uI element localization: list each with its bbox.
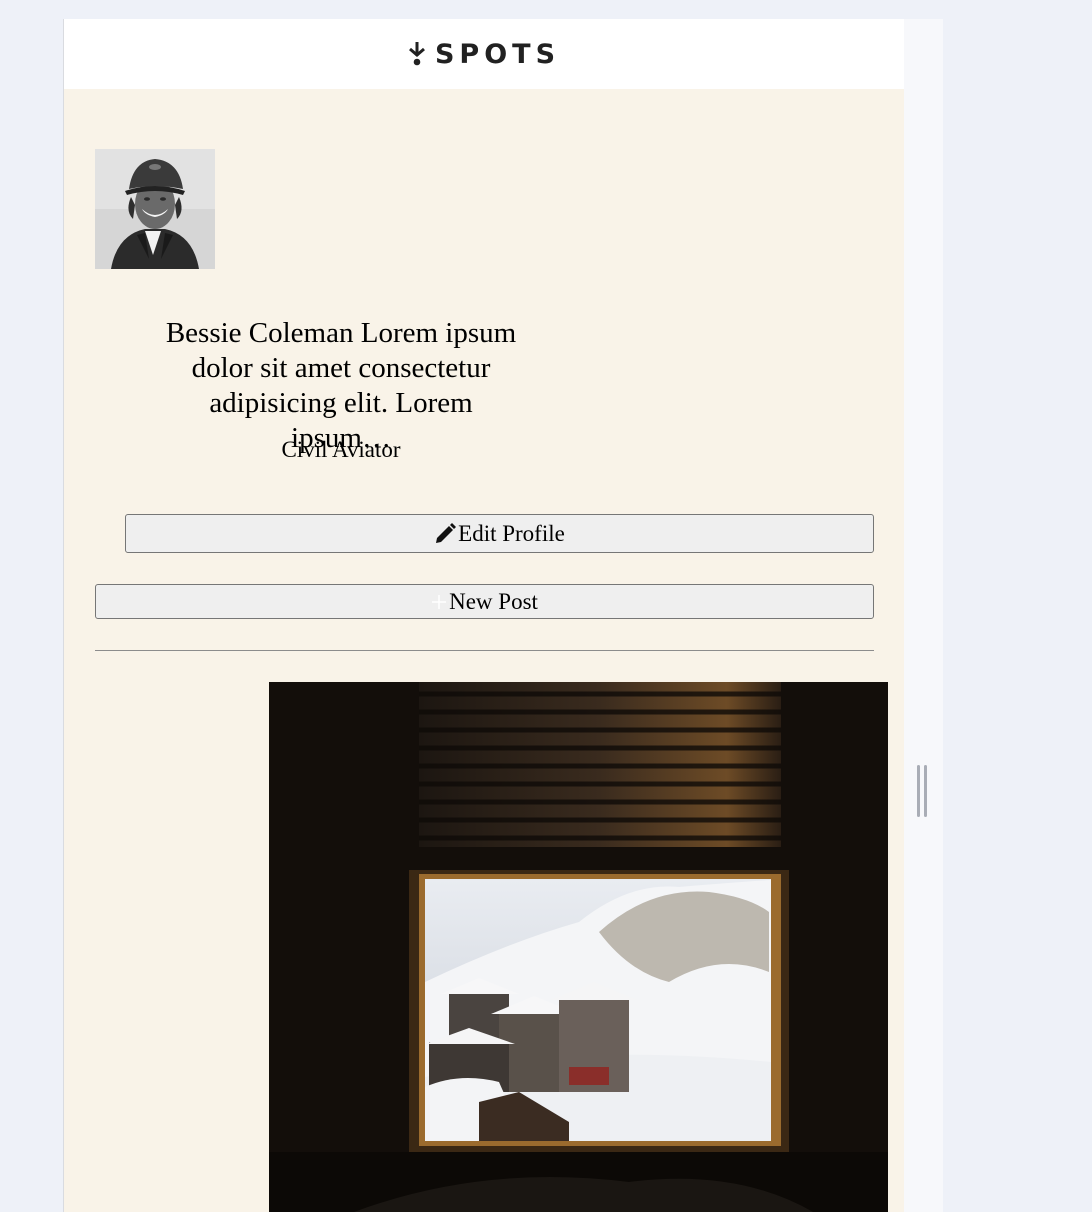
devtools-gutter bbox=[904, 19, 943, 1212]
logo[interactable]: SPOTS bbox=[408, 38, 561, 70]
avatar-photo bbox=[95, 149, 215, 269]
new-post-button[interactable]: New Post bbox=[95, 584, 874, 619]
site-header: SPOTS bbox=[64, 19, 905, 89]
resize-handle[interactable] bbox=[916, 765, 928, 817]
pencil-icon bbox=[436, 522, 457, 543]
window-snow-village-photo bbox=[269, 682, 888, 1212]
tree-icon bbox=[408, 42, 425, 66]
resize-grip-bar bbox=[917, 765, 920, 817]
logo-text: SPOTS bbox=[434, 38, 561, 70]
profile-avatar bbox=[95, 149, 215, 269]
post-card-image[interactable] bbox=[269, 682, 888, 1212]
app-window: SPOTS Bessie Coleman Lorem ipsum dolor s… bbox=[63, 19, 905, 1212]
edit-profile-button[interactable]: Edit Profile bbox=[125, 514, 874, 553]
profile-name-bio: Bessie Coleman Lorem ipsum dolor sit ame… bbox=[165, 317, 517, 454]
profile-job: Civil Aviator bbox=[281, 437, 401, 462]
edit-profile-label: Edit Profile bbox=[458, 520, 565, 546]
plus-icon bbox=[432, 594, 447, 609]
new-post-label: New Post bbox=[449, 588, 538, 614]
resize-grip-bar bbox=[924, 765, 927, 817]
section-divider bbox=[95, 650, 874, 651]
